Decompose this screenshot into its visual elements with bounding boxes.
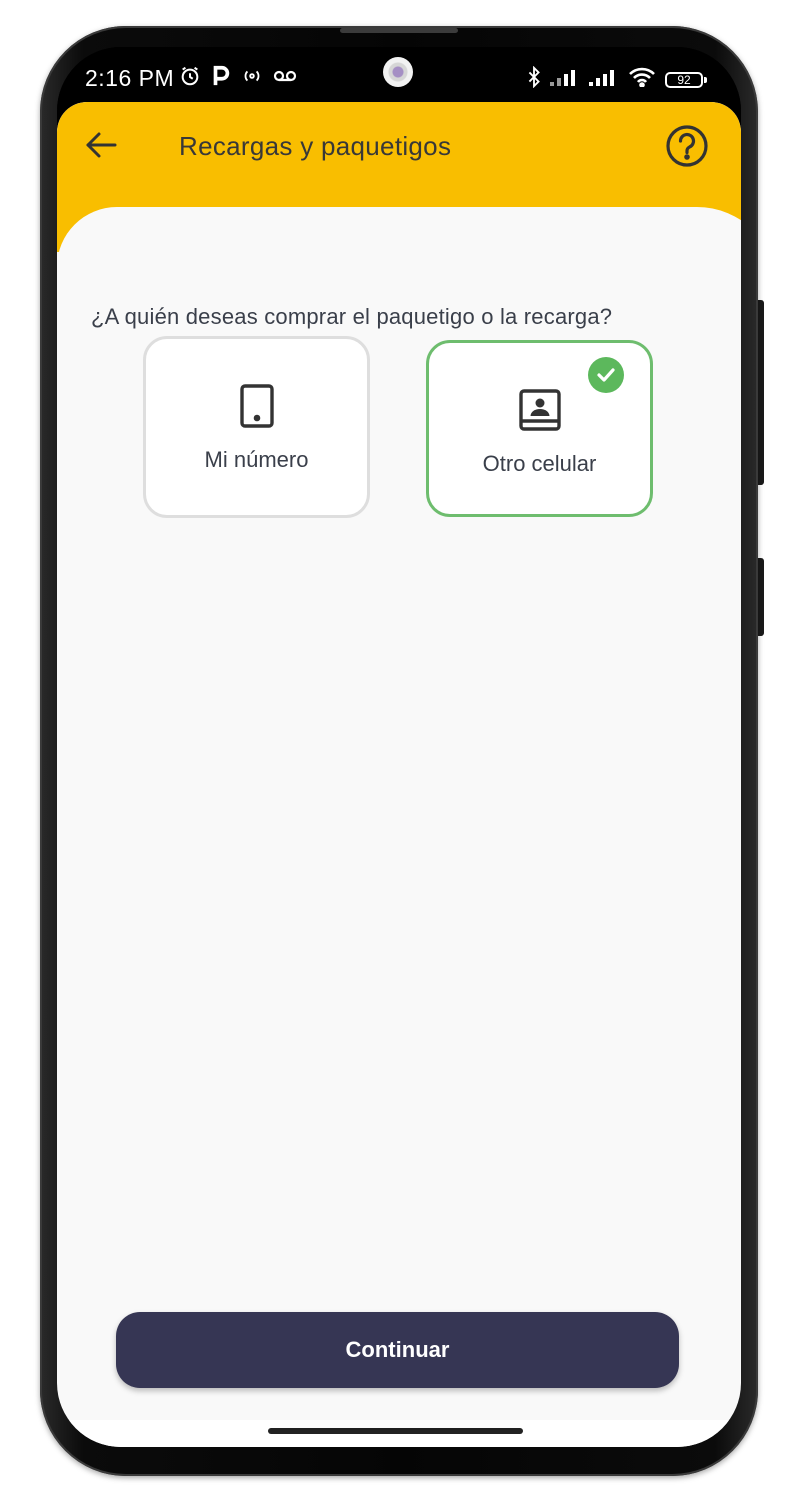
check-icon: [588, 357, 624, 393]
option-mi-numero[interactable]: Mi número: [143, 336, 370, 518]
status-icons-right: 92: [527, 65, 707, 93]
help-circle-icon: [665, 124, 709, 173]
alarm-icon: [179, 65, 201, 92]
signal-icon: [589, 68, 619, 91]
option-label: Otro celular: [482, 451, 597, 476]
device-mockup: 2:16 PM 92 Recargas y paquetigos ¿A quié…: [0, 0, 800, 1500]
app-screen: Recargas y paquetigos ¿A quién deseas co…: [57, 102, 741, 1447]
battery-icon: 92: [665, 71, 707, 88]
earpiece: [340, 28, 458, 33]
question-text: ¿A quién deseas comprar el paquetigo o l…: [91, 304, 613, 329]
bluetooth-icon: [527, 65, 541, 93]
option-otro-celular[interactable]: Otro celular: [426, 340, 653, 517]
continue-button[interactable]: Continuar: [116, 1312, 679, 1388]
front-camera: [383, 57, 413, 87]
contact-book-icon: [518, 388, 562, 432]
voicemail-icon: [273, 69, 297, 88]
phone-screen: 2:16 PM 92 Recargas y paquetigos ¿A quié…: [57, 47, 741, 1447]
arrow-left-icon: [84, 130, 118, 165]
smartphone-icon: [235, 384, 279, 428]
status-time: 2:16 PM: [85, 65, 175, 91]
home-indicator[interactable]: [268, 1428, 523, 1434]
help-button[interactable]: [663, 124, 711, 172]
power-button: [758, 558, 764, 636]
wifi-icon: [628, 67, 656, 92]
signal-icon: [550, 68, 580, 91]
hotspot-icon: [241, 67, 263, 90]
parking-p-icon: [211, 65, 231, 92]
page-title: Recargas y paquetigos: [179, 131, 452, 161]
option-label: Mi número: [204, 447, 309, 472]
back-button[interactable]: [81, 127, 121, 167]
volume-button: [758, 300, 764, 485]
status-icons-left: [179, 65, 297, 92]
